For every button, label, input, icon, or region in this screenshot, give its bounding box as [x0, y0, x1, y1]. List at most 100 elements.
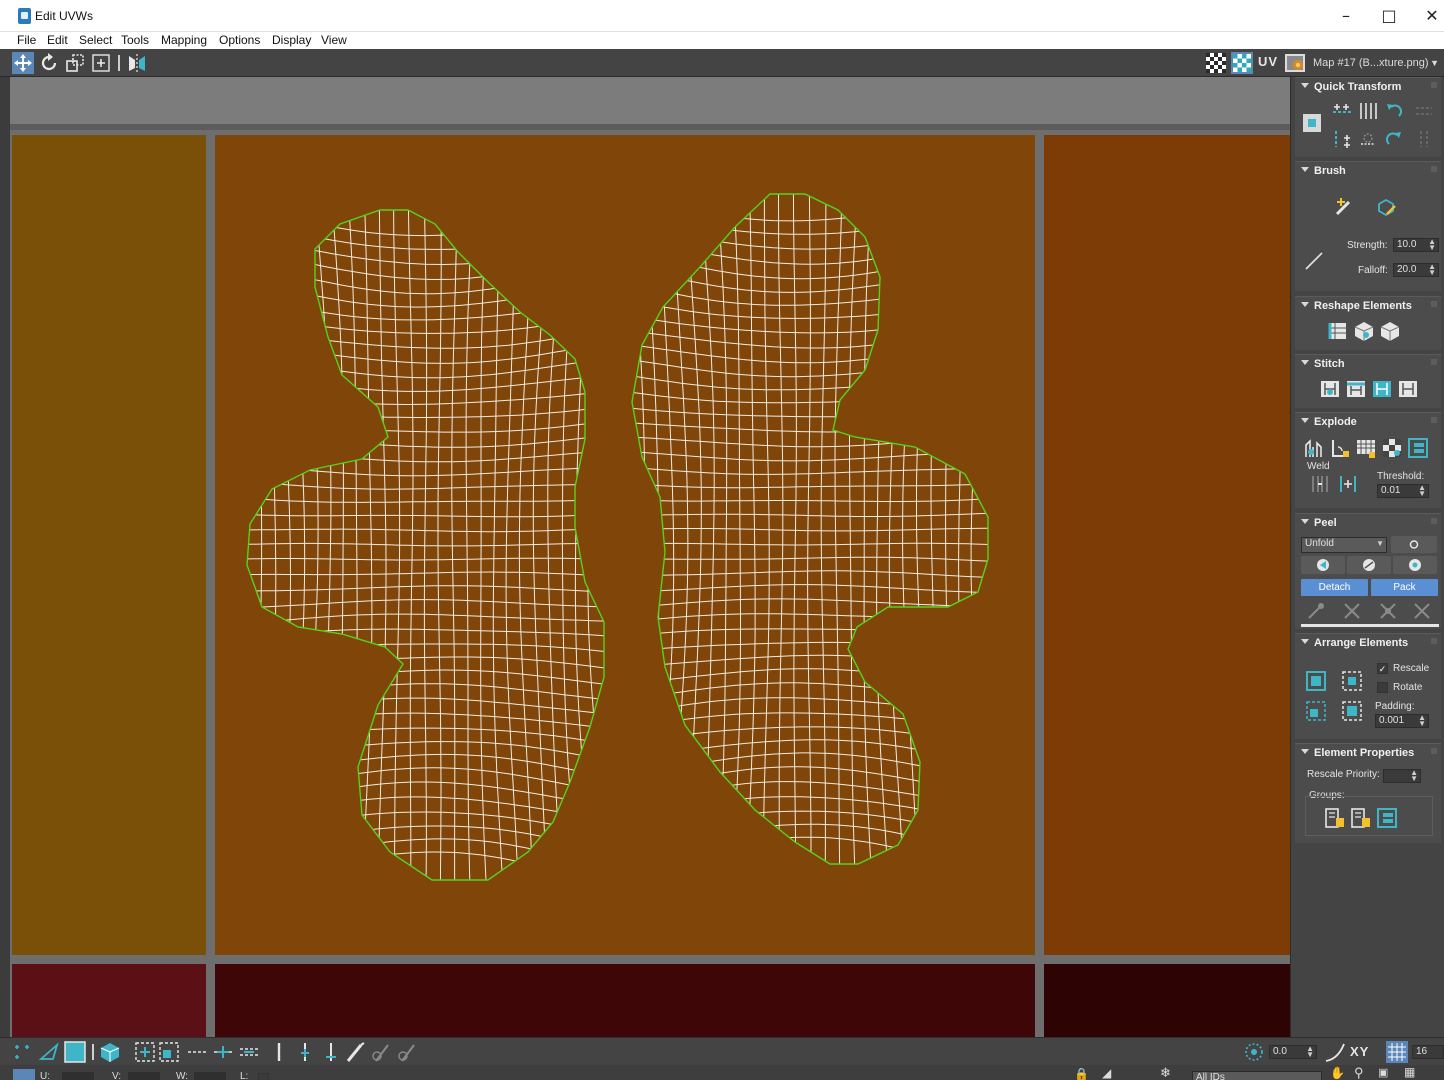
rotate-checkbox[interactable] — [1377, 682, 1388, 693]
loop-select-icon[interactable] — [186, 1041, 208, 1063]
zoom-extents-icon[interactable]: ▦ — [1404, 1065, 1415, 1079]
checker-icon[interactable] — [1205, 52, 1227, 74]
pin-tool-icon[interactable] — [1305, 600, 1327, 622]
menu-view[interactable]: View — [321, 33, 347, 47]
pan-icon[interactable]: ✋ — [1330, 1066, 1345, 1080]
peel-quick-button[interactable] — [1301, 556, 1345, 574]
spinner-arrows-icon[interactable]: ▲ ▼ — [1418, 714, 1426, 728]
straighten-icon[interactable] — [1331, 128, 1353, 150]
rotate-icon[interactable] — [38, 52, 60, 74]
collapse-icon[interactable] — [1301, 360, 1309, 365]
relax-brush-icon[interactable] — [1375, 196, 1397, 218]
grid-size-spinner[interactable]: 16 — [1412, 1045, 1444, 1059]
menu-options[interactable]: Options — [219, 33, 260, 47]
menu-file[interactable]: File — [17, 33, 36, 47]
menu-select[interactable]: Select — [79, 33, 112, 47]
menu-display[interactable]: Display — [272, 33, 311, 47]
pin-icon[interactable] — [1431, 301, 1437, 307]
freeform-icon[interactable] — [90, 52, 112, 74]
pack-normalize-icon[interactable] — [1305, 670, 1327, 692]
pin-icon[interactable] — [1431, 417, 1437, 423]
collapse-icon[interactable] — [1301, 167, 1309, 172]
mirror-icon[interactable] — [126, 52, 148, 74]
spinner-arrows-icon[interactable]: ▲ ▼ — [1410, 769, 1418, 783]
brush-title[interactable]: Brush — [1314, 165, 1346, 177]
uv-toggle[interactable]: UV — [1258, 54, 1278, 69]
soft-selection-spinner[interactable]: 0.0 ▲ ▼ — [1269, 1045, 1317, 1059]
pin-clear-icon[interactable] — [1411, 600, 1433, 622]
texture-map-dropdown[interactable]: Map #17 (B...xture.png) ▼ — [1308, 53, 1442, 73]
minimize-icon[interactable]: – — [1324, 0, 1368, 32]
paint-grow-icon[interactable] — [370, 1041, 392, 1063]
zoom-region-icon[interactable]: ▣ — [1378, 1066, 1388, 1079]
menu-edit[interactable]: Edit — [47, 33, 68, 47]
collapse-icon[interactable] — [1301, 302, 1309, 307]
peel-mode-button[interactable] — [1347, 556, 1391, 574]
uv-island-left-wireframe[interactable] — [240, 201, 611, 887]
falloff-curve-icon[interactable] — [1303, 250, 1325, 272]
texture-map-icon[interactable] — [1284, 52, 1306, 74]
element-properties-title[interactable]: Element Properties — [1314, 747, 1414, 759]
pin-icon[interactable] — [1431, 638, 1437, 644]
collapse-icon[interactable] — [1301, 418, 1309, 423]
stitch-to-source-icon[interactable] — [1345, 378, 1367, 400]
pin-icon[interactable] — [1431, 82, 1437, 88]
zoom-icon[interactable]: ⚲ — [1354, 1065, 1364, 1080]
pin-remove-icon[interactable] — [1377, 600, 1399, 622]
collapse-icon[interactable] — [1301, 749, 1309, 754]
uv-island-right-wireframe[interactable] — [625, 186, 995, 875]
straighten-selection-icon[interactable] — [1327, 320, 1349, 342]
collapse-icon[interactable] — [1301, 519, 1309, 524]
falloff-type-icon[interactable] — [1324, 1041, 1346, 1063]
pin-icon[interactable] — [1431, 518, 1437, 524]
spinner-arrows-icon[interactable]: ▲ ▼ — [1428, 263, 1436, 277]
stitch-title[interactable]: Stitch — [1314, 358, 1345, 370]
shrink-selection-icon[interactable] — [158, 1041, 180, 1063]
pin-add-icon[interactable] — [1341, 600, 1363, 622]
maximize-icon[interactable]: □ — [1367, 0, 1411, 32]
falloff-spinner[interactable]: 20.0 ▲ ▼ — [1393, 263, 1439, 277]
explode-grid-icon[interactable] — [1355, 437, 1377, 459]
detach-button[interactable]: Detach — [1301, 579, 1368, 596]
l-checkbox[interactable] — [258, 1073, 269, 1080]
stitch-custom-icon[interactable] — [1319, 378, 1341, 400]
v-field[interactable] — [128, 1072, 160, 1080]
space-horizontal-icon[interactable] — [1413, 100, 1435, 122]
peel-settings-button[interactable] — [1391, 536, 1437, 553]
break-icon[interactable] — [1303, 437, 1325, 459]
space-vertical-icon[interactable] — [1413, 128, 1435, 150]
explode-blocks-icon[interactable] — [1407, 437, 1429, 459]
pack-together-icon[interactable] — [1341, 670, 1363, 692]
pivot-icon[interactable] — [1301, 112, 1323, 134]
reshape-elements-title[interactable]: Reshape Elements — [1314, 300, 1412, 312]
align-horizontal-icon[interactable] — [1331, 100, 1353, 122]
group-add-icon[interactable] — [1324, 807, 1346, 829]
group-select-icon[interactable] — [1376, 807, 1398, 829]
move-icon[interactable] — [12, 52, 34, 74]
spinner-arrows-icon[interactable]: ▲ ▼ — [1418, 484, 1426, 498]
u-field[interactable] — [62, 1072, 94, 1080]
collapse-icon[interactable] — [1301, 639, 1309, 644]
paint-move-icon[interactable] — [1333, 196, 1355, 218]
select-edge-down-icon[interactable] — [320, 1041, 342, 1063]
weld-all-icon[interactable] — [1337, 473, 1359, 495]
unfold-cube-icon[interactable] — [1379, 320, 1401, 342]
rescale-checkbox[interactable]: ✓ — [1377, 663, 1388, 674]
spinner-arrows-icon[interactable]: ▲ ▼ — [1428, 238, 1436, 252]
vertex-mode-icon[interactable] — [12, 1041, 34, 1063]
threshold-spinner[interactable]: 0.01 ▲ ▼ — [1377, 484, 1429, 498]
peel-title[interactable]: Peel — [1314, 517, 1337, 529]
rescale-priority-spinner[interactable]: ▲ ▼ — [1383, 769, 1421, 783]
snap-angle-icon[interactable]: ◢ — [1102, 1066, 1111, 1080]
pack-button[interactable]: Pack — [1371, 579, 1438, 596]
transform-type-icon[interactable] — [12, 1067, 36, 1080]
pin-icon[interactable] — [1431, 359, 1437, 365]
uv-island-left-border[interactable] — [246, 209, 605, 881]
xy-axis-toggle[interactable]: XY — [1350, 1044, 1369, 1059]
explode-title[interactable]: Explode — [1314, 416, 1357, 428]
pin-icon[interactable] — [1431, 748, 1437, 754]
close-icon[interactable]: ✕ — [1410, 0, 1444, 32]
material-id-dropdown[interactable]: All IDs — [1192, 1071, 1322, 1080]
freeze-icon[interactable]: ❄ — [1160, 1065, 1171, 1080]
pack-rescale-icon[interactable] — [1341, 700, 1363, 722]
